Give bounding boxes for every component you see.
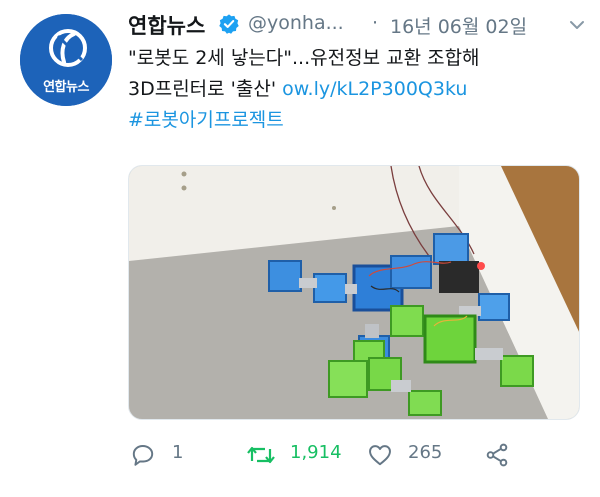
verified-badge-icon	[219, 14, 239, 34]
retweet-arrows-icon	[247, 446, 275, 464]
tweet-header: 연합뉴스 @yonha... · 16년 06월 02일	[128, 10, 590, 40]
tweet-line-2-text: 3D프린터로 '출산'	[128, 78, 283, 100]
share-button[interactable]	[484, 434, 514, 474]
retweet-count: 1,914	[290, 442, 342, 463]
separator-dot: ·	[372, 12, 379, 34]
reply-count: 1	[172, 442, 184, 463]
like-count: 265	[408, 442, 443, 463]
avatar[interactable]: 연합뉴스	[20, 14, 112, 106]
tweet-line-1: "로봇도 2세 낳는다"...유전정보 교환 조합해	[128, 47, 480, 69]
display-name[interactable]: 연합뉴스	[128, 10, 205, 40]
like-button[interactable]: 265	[366, 434, 456, 474]
heart-icon	[369, 445, 391, 466]
tweet-hashtag[interactable]: #로봇아기프로젝트	[128, 105, 578, 136]
tweet-card[interactable]: 연합뉴스 연합뉴스 @yonha... · 16년 06월 02일 "로봇도 2…	[0, 0, 600, 497]
retweet-button[interactable]: 1,914	[246, 434, 356, 474]
avatar-wordmark: 연합뉴스	[43, 80, 89, 95]
speech-bubble-icon	[132, 445, 154, 466]
user-handle[interactable]: @yonha...	[248, 12, 344, 34]
tweet-text: "로봇도 2세 낳는다"...유전정보 교환 조합해 3D프린터로 '출산' o…	[128, 43, 578, 136]
tweet-actions-bar: 1 1,914 265	[0, 434, 600, 474]
tweet-date[interactable]: 16년 06월 02일	[390, 12, 527, 39]
share-nodes-icon	[486, 443, 508, 467]
tweet-link[interactable]: ow.ly/kL2P300Q3ku	[282, 78, 467, 100]
tweet-line-2: 3D프린터로 '출산' ow.ly/kL2P300Q3ku	[128, 74, 578, 105]
robots-photo	[129, 166, 579, 419]
reply-button[interactable]: 1	[130, 434, 190, 474]
tweet-media-photo[interactable]	[128, 165, 580, 420]
chevron-down-icon[interactable]	[568, 16, 586, 34]
